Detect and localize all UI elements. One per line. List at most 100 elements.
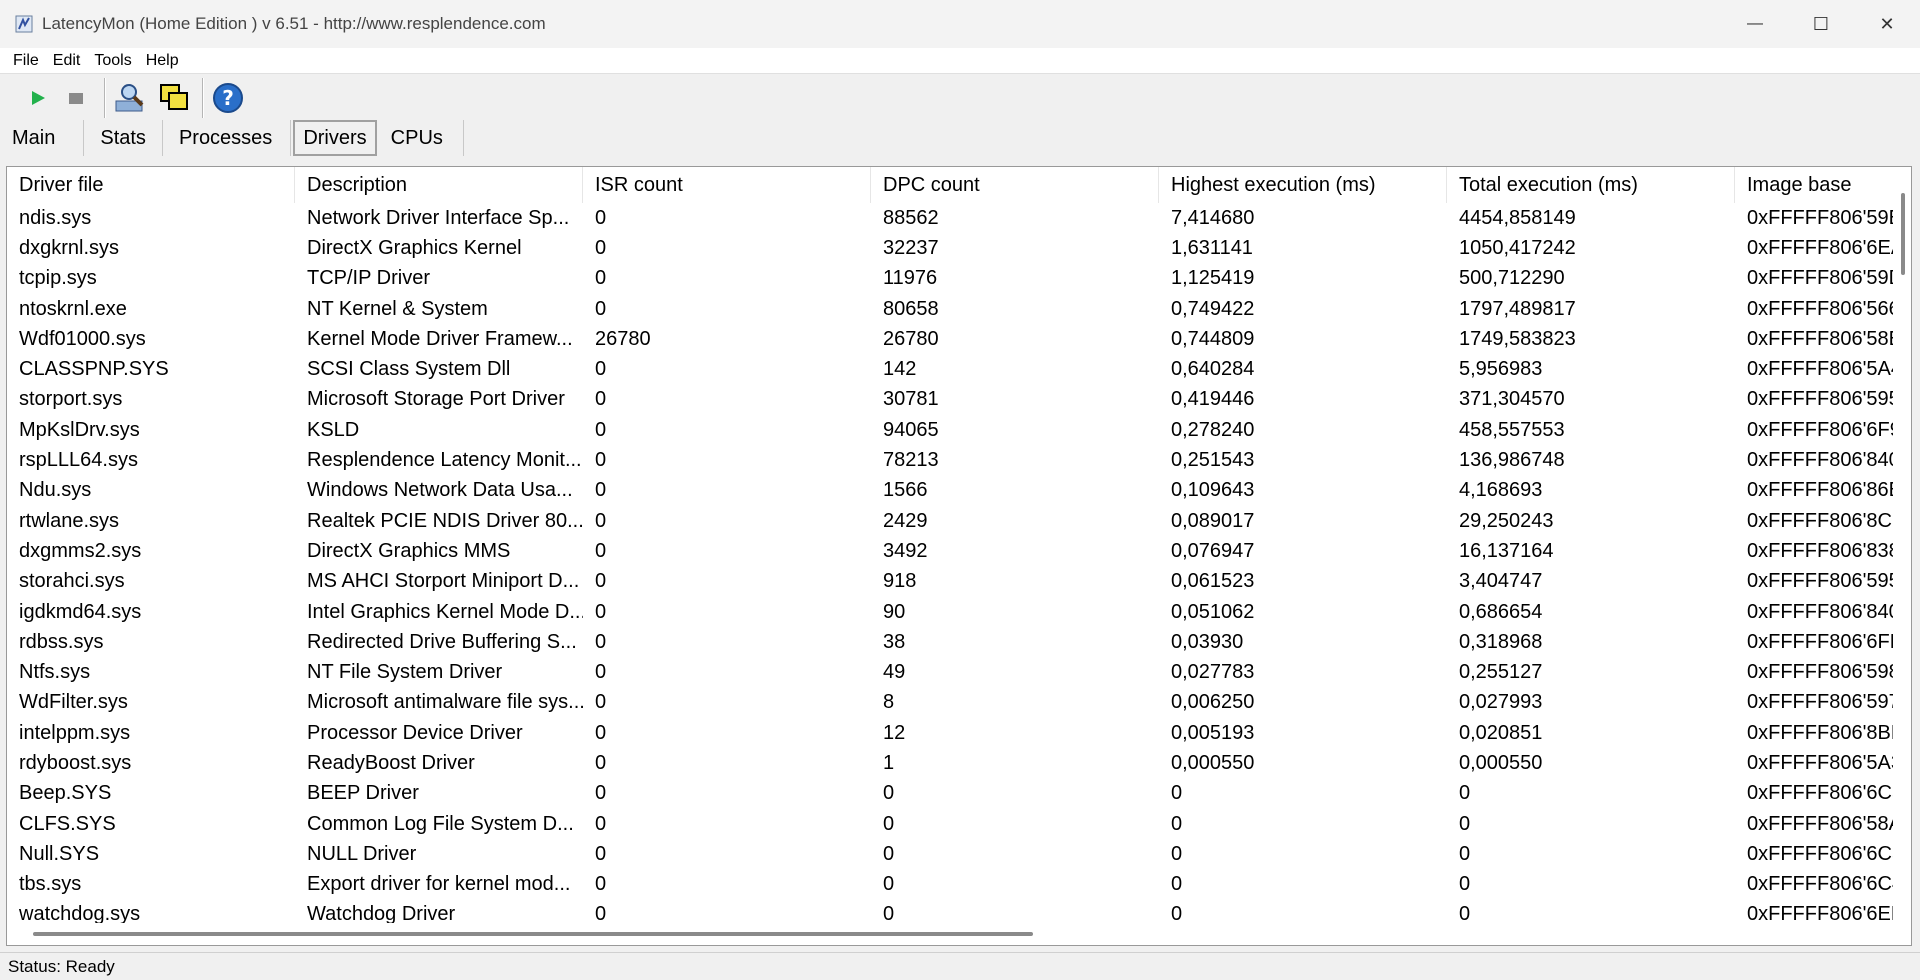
tab-cpus[interactable]: CPUs (379, 120, 464, 156)
tab-drivers[interactable]: Drivers (293, 120, 377, 156)
cell-isr-count: 0 (595, 812, 607, 835)
table-row[interactable]: rspLLL64.sys Resplendence Latency Monit..… (7, 445, 1897, 475)
vertical-scrollbar[interactable] (1893, 167, 1911, 927)
cell-highest-execution: 0,076947 (1171, 539, 1255, 562)
cell-image-base: 0xFFFFF806'58E (1747, 327, 1897, 350)
maximize-icon: ☐ (1812, 13, 1830, 34)
table-row[interactable]: Wdf01000.sys Kernel Mode Driver Framew...… (7, 324, 1897, 354)
table-row[interactable]: Ntfs.sys NT File System Driver 0 49 0,027783… (7, 657, 1897, 687)
cell-total-execution: 0,318968 (1459, 630, 1543, 653)
cell-image-base: 0xFFFFF806'58A (1747, 812, 1897, 835)
table-row[interactable]: CLASSPNP.SYS SCSI Class System Dll 0 142 0,6… (7, 354, 1897, 384)
table-row[interactable]: MpKslDrv.sys KSLD 0 94065 0,278240 458,557553… (7, 415, 1897, 445)
cell-image-base: 0xFFFFF806'6FD (1747, 630, 1897, 653)
cell-isr-count: 0 (595, 418, 607, 441)
cell-highest-execution: 0,749422 (1171, 297, 1255, 320)
copy-windows-button[interactable] (154, 78, 194, 118)
horizontal-scrollbar[interactable] (7, 923, 1897, 945)
help-button[interactable]: ? (208, 78, 248, 118)
tab-processes[interactable]: Processes (163, 120, 292, 156)
cell-total-execution: 4,168693 (1459, 479, 1543, 502)
status-text: Status: Ready (8, 956, 115, 976)
table-row[interactable]: intelppm.sys Processor Device Driver 0 12 0,… (7, 718, 1897, 748)
table-row[interactable]: ndis.sys Network Driver Interface Sp... 0 8… (7, 203, 1897, 233)
cell-description: NULL Driver (307, 842, 417, 865)
cell-image-base: 0xFFFFF806'840 (1747, 449, 1897, 472)
cell-isr-count: 0 (595, 388, 607, 411)
tab-bar: Main Stats Processes Drivers CPUs (0, 120, 464, 156)
menu-tools[interactable]: Tools (94, 52, 131, 70)
cell-driver-file: tcpip.sys (19, 267, 97, 290)
menu-help[interactable]: Help (146, 52, 179, 70)
cell-highest-execution: 1,125419 (1171, 267, 1255, 290)
cell-dpc-count: 3492 (883, 539, 928, 562)
table-row[interactable]: Null.SYS NULL Driver 0 0 0 0 0xFFFFF806'6C5 (7, 839, 1897, 869)
cell-dpc-count: 0 (883, 812, 895, 835)
stop-icon (69, 93, 83, 104)
minimize-icon: — (1747, 15, 1763, 32)
tab-stats[interactable]: Stats (84, 120, 163, 156)
table-row[interactable]: Beep.SYS BEEP Driver 0 0 0 0 0xFFFFF806'6C5 (7, 779, 1897, 809)
cell-image-base: 0xFFFFF806'86E (1747, 479, 1897, 502)
table-row[interactable]: WdFilter.sys Microsoft antimalware file s… (7, 688, 1897, 718)
cell-total-execution: 5,956983 (1459, 358, 1543, 381)
cell-highest-execution: 0 (1171, 782, 1183, 805)
table-row[interactable]: igdkmd64.sys Intel Graphics Kernel Mode D… (7, 597, 1897, 627)
column-header-image-base[interactable]: Image base (1735, 167, 1897, 203)
column-header-total-execution[interactable]: Total execution (ms) (1447, 167, 1735, 203)
table-row[interactable]: dxgmms2.sys DirectX Graphics MMS 0 3492 0,07… (7, 536, 1897, 566)
cell-total-execution: 4454,858149 (1459, 206, 1576, 229)
table-row[interactable]: storport.sys Microsoft Storage Port Drive… (7, 385, 1897, 415)
table-row[interactable]: rdyboost.sys ReadyBoost Driver 0 1 0,000550 0… (7, 748, 1897, 778)
table-row[interactable]: tbs.sys Export driver for kernel mod... 0 0… (7, 870, 1897, 900)
table-row[interactable]: tcpip.sys TCP/IP Driver 0 11976 1,125419 500,… (7, 264, 1897, 294)
table-row[interactable]: rdbss.sys Redirected Drive Buffering S...… (7, 627, 1897, 657)
maximize-button[interactable]: ☐ (1788, 0, 1854, 48)
menu-file[interactable]: File (13, 52, 39, 70)
column-header-description[interactable]: Description (295, 167, 583, 203)
cell-isr-count: 26780 (595, 327, 651, 350)
table-header: Driver file Description ISR count DPC count… (7, 167, 1907, 203)
cell-total-execution: 0,255127 (1459, 661, 1543, 684)
horizontal-scroll-thumb[interactable] (33, 932, 1033, 936)
cell-dpc-count: 80658 (883, 297, 939, 320)
column-header-driver-file[interactable]: Driver file (7, 167, 295, 203)
cell-highest-execution: 0,000550 (1171, 751, 1255, 774)
cell-image-base: 0xFFFFF806'597 (1747, 691, 1897, 714)
cell-total-execution: 3,404747 (1459, 570, 1543, 593)
cell-description: Windows Network Data Usa... (307, 479, 573, 502)
table-row[interactable]: dxgkrnl.sys DirectX Graphics Kernel 0 32237… (7, 233, 1897, 263)
start-button[interactable] (24, 78, 52, 118)
table-row[interactable]: storahci.sys MS AHCI Storport Miniport D.… (7, 567, 1897, 597)
cell-description: BEEP Driver (307, 782, 419, 805)
minimize-button[interactable]: — (1722, 0, 1788, 48)
close-button[interactable]: ✕ (1854, 0, 1920, 48)
column-header-dpc-count[interactable]: DPC count (871, 167, 1159, 203)
cell-dpc-count: 1566 (883, 479, 928, 502)
column-header-isr-count[interactable]: ISR count (583, 167, 871, 203)
table-row[interactable]: Ndu.sys Windows Network Data Usa... 0 1566 0… (7, 476, 1897, 506)
table-row[interactable]: CLFS.SYS Common Log File System D... 0 0 0 0 0… (7, 809, 1897, 839)
cell-driver-file: rspLLL64.sys (19, 449, 138, 472)
tab-main[interactable]: Main (0, 120, 85, 156)
cell-image-base: 0xFFFFF806'595 (1747, 570, 1897, 593)
cell-driver-file: Null.SYS (19, 842, 100, 865)
menu-edit[interactable]: Edit (53, 52, 81, 70)
stop-button[interactable] (56, 78, 96, 118)
cell-total-execution: 0,000550 (1459, 751, 1543, 774)
cell-dpc-count: 88562 (883, 206, 939, 229)
cell-highest-execution: 1,631141 (1171, 236, 1253, 259)
column-header-highest-execution[interactable]: Highest execution (ms) (1159, 167, 1447, 203)
cell-driver-file: dxgmms2.sys (19, 539, 142, 562)
cell-dpc-count: 8 (883, 691, 895, 714)
cell-isr-count: 0 (595, 842, 607, 865)
cell-highest-execution: 0,089017 (1171, 509, 1255, 532)
cell-total-execution: 1749,583823 (1459, 327, 1576, 350)
window-title: LatencyMon (Home Edition ) v 6.51 - http… (42, 14, 546, 33)
table-row[interactable]: rtwlane.sys Realtek PCIE NDIS Driver 80..… (7, 506, 1897, 536)
table-row[interactable]: ntoskrnl.exe NT Kernel & System 0 80658 0,74… (7, 294, 1897, 324)
analyze-button[interactable] (110, 78, 150, 118)
vertical-scroll-thumb[interactable] (1901, 193, 1905, 275)
toolbar: ? (0, 74, 1920, 122)
cell-total-execution: 0 (1459, 873, 1471, 896)
